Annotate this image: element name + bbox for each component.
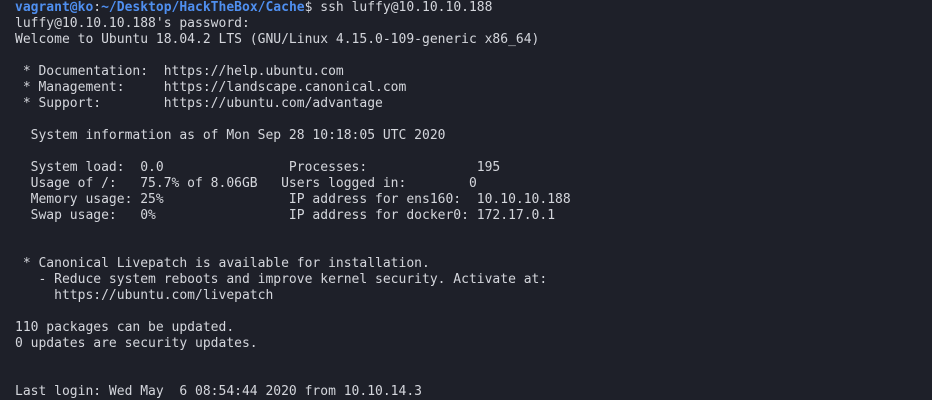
output-line: System load: 0.0 Processes: 195 bbox=[15, 160, 501, 175]
prompt-user-host: vagrant@ko bbox=[15, 0, 94, 15]
output-line: * Support: https://ubuntu.com/advantage bbox=[15, 96, 383, 111]
output-line: Memory usage: 25% IP address for ens160:… bbox=[15, 192, 571, 207]
output-line: - Reduce system reboots and improve kern… bbox=[15, 272, 548, 287]
terminal-window[interactable]: vagrant@ko:~/Desktop/HackTheBox/Cache$ s… bbox=[0, 0, 932, 400]
prompt-separator: : bbox=[93, 0, 102, 15]
output-line: * Canonical Livepatch is available for i… bbox=[15, 256, 430, 271]
output-line: 0 updates are security updates. bbox=[15, 336, 258, 351]
output-line: Swap usage: 0% IP address for docker0: 1… bbox=[15, 208, 556, 223]
output-line: Usage of /: 75.7% of 8.06GB Users logged… bbox=[15, 176, 477, 191]
output-line: Last login: Wed May 6 08:54:44 2020 from… bbox=[15, 384, 422, 399]
prompt-path: ~/Desktop/HackTheBox/Cache bbox=[101, 0, 305, 15]
prompt-line: vagrant@ko:~/Desktop/HackTheBox/Cache$ s… bbox=[15, 0, 932, 16]
command-text: ssh luffy@10.10.10.188 bbox=[320, 0, 493, 15]
output-line: https://ubuntu.com/livepatch bbox=[15, 288, 274, 303]
output-line: * Documentation: https://help.ubuntu.com bbox=[15, 64, 344, 79]
output-line: luffy@10.10.10.188's password: bbox=[15, 16, 250, 31]
output-line: System information as of Mon Sep 28 10:1… bbox=[15, 128, 446, 143]
output-line: Welcome to Ubuntu 18.04.2 LTS (GNU/Linux… bbox=[15, 32, 540, 47]
output-line: * Management: https://landscape.canonica… bbox=[15, 80, 407, 95]
prompt-symbol: $ bbox=[304, 0, 321, 15]
output-line: 110 packages can be updated. bbox=[15, 320, 235, 335]
